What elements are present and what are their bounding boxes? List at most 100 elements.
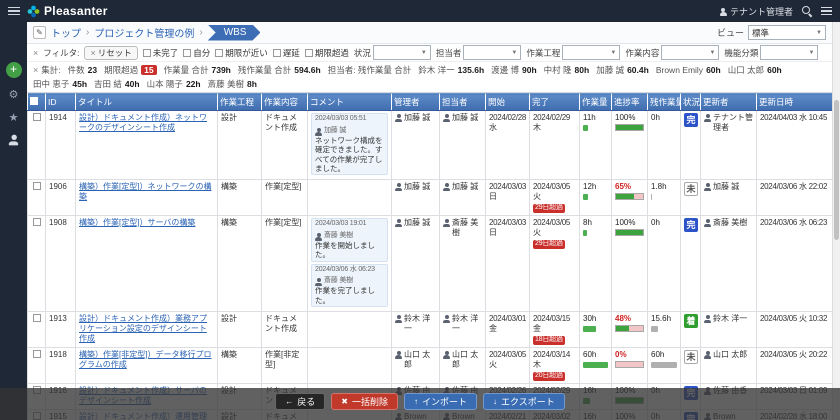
filter-dropdown[interactable]: ▼	[760, 45, 818, 60]
select-all-header	[28, 94, 46, 111]
checkbox-icon[interactable]	[215, 49, 223, 57]
vertical-scrollbar[interactable]	[832, 22, 840, 420]
aggregate-owner[interactable]: 吉田 結40h	[94, 78, 140, 90]
column-header[interactable]: 完了	[530, 94, 580, 111]
row-start-date: 2024/03/03 日	[486, 180, 530, 216]
table-row[interactable]: 1918 構築）作業[非定型]）データ移行プログラムの作成 構築 作業[非定型]…	[28, 347, 833, 383]
row-title-link[interactable]: 構築）作業[定型]）ネットワークの構築	[79, 182, 211, 201]
row-title-link[interactable]: 設計）ドキュメント作成）ネットワークのデザインシート作成	[79, 113, 207, 132]
aggregate-work-total[interactable]: 作業量 合計739h	[164, 64, 231, 76]
edit-mode-icon[interactable]: ✎	[33, 26, 46, 39]
work-bar	[583, 230, 587, 236]
row-content: 作業[定型]	[262, 180, 308, 216]
column-header[interactable]: 状況	[681, 94, 701, 111]
aggregate-collapse[interactable]: × 集計:	[33, 64, 61, 76]
filter-checkbox[interactable]: 未完了	[143, 47, 179, 59]
row-start-date: 2024/03/01 金	[486, 312, 530, 348]
back-button[interactable]: ←戻る	[275, 393, 325, 410]
column-header[interactable]: ID	[46, 94, 76, 111]
row-checkbox[interactable]	[33, 182, 41, 190]
breadcrumb-project-link[interactable]: プロジェクト管理の例	[94, 25, 194, 40]
scrollbar-thumb[interactable]	[834, 100, 839, 240]
view-select[interactable]: 標準 ▼	[748, 25, 826, 40]
table-row[interactable]: 1914 設計）ドキュメント作成）ネットワークのデザインシート作成 設計 ドキュ…	[28, 111, 833, 180]
column-header[interactable]: 残作業量	[648, 94, 681, 111]
filter-dropdown[interactable]: ▼	[562, 45, 620, 60]
checkbox-icon[interactable]	[143, 49, 151, 57]
checkbox-icon[interactable]	[305, 49, 313, 57]
apps-menu-icon[interactable]	[821, 7, 832, 16]
select-all-checkbox[interactable]	[30, 97, 38, 105]
bulk-action-bar: ←戻る ✖一括削除 ↑インポート ↓エクスポート	[0, 388, 840, 420]
view-select-value: 標準	[752, 27, 769, 39]
row-complete-date: 2024/02/29 木	[530, 111, 580, 180]
aggregate-owner[interactable]: 斎藤 美樹8h	[208, 78, 257, 90]
column-header[interactable]: 作業内容	[262, 94, 308, 111]
filter-checkbox[interactable]: 期限超過	[305, 47, 349, 59]
filter-checkbox[interactable]: 期限が近い	[215, 47, 268, 59]
aggregate-owner[interactable]: 鈴木 洋一135.6h	[418, 64, 484, 76]
filter-dropdown[interactable]: ▼	[373, 45, 431, 60]
column-header[interactable]: 作業量	[580, 94, 612, 111]
search-icon[interactable]	[802, 6, 812, 16]
aggregate-owner[interactable]: 田中 恵子45h	[33, 78, 87, 90]
row-checkbox[interactable]	[33, 113, 41, 121]
column-header[interactable]: 進捗率	[612, 94, 648, 111]
filter-dropdown[interactable]: ▼	[463, 45, 521, 60]
app-name: Pleasanter	[44, 4, 108, 18]
filter-checkbox[interactable]: 遅延	[273, 47, 300, 59]
aggregate-owner[interactable]: 山本 陽子22h	[147, 78, 201, 90]
table-row[interactable]: 1913 設計）ドキュメント作成）業務アプリケーション設定のデザインシート作成 …	[28, 312, 833, 348]
aggregate-overdue[interactable]: 期限超過15	[104, 64, 156, 76]
row-updater: 加藤 誠	[701, 180, 757, 216]
filter-dropdown-label: 状況	[354, 47, 371, 59]
column-header[interactable]: 更新者	[701, 94, 757, 111]
aggregate-remaining-total[interactable]: 残作業量 合計594.6h	[238, 64, 321, 76]
filter-collapse-icon[interactable]: ×	[33, 48, 38, 58]
checkbox-icon[interactable]	[183, 49, 191, 57]
row-title-link[interactable]: 構築）作業[定型]）サーバの構築	[79, 218, 195, 227]
aggregate-owner[interactable]: 渡邊 博90h	[491, 64, 537, 76]
new-record-button[interactable]: +	[6, 62, 22, 78]
aggregate-count[interactable]: 件数23	[68, 64, 97, 76]
breadcrumb-top-link[interactable]: トップ	[51, 25, 81, 40]
checkbox-icon[interactable]	[273, 49, 281, 57]
row-title-link[interactable]: 設計）ドキュメント作成）業務アプリケーション設定のデザインシート作成	[79, 314, 207, 343]
person: 加藤 誠	[315, 127, 346, 136]
row-checkbox[interactable]	[33, 350, 41, 358]
user-icon[interactable]	[10, 135, 17, 147]
aggregate-owner[interactable]: 中村 隆80h	[544, 64, 590, 76]
row-updated-time: 2024/04/03 水 10:45	[757, 111, 833, 180]
import-button[interactable]: ↑インポート	[404, 393, 477, 410]
aggregate-owner[interactable]: Brown Emily60h	[656, 65, 721, 75]
aggregate-owner[interactable]: 山口 太郎60h	[728, 64, 782, 76]
column-header[interactable]: 開始	[486, 94, 530, 111]
status-badge: 着	[684, 314, 698, 328]
filter-checkbox[interactable]: 自分	[183, 47, 210, 59]
export-button[interactable]: ↓エクスポート	[483, 393, 565, 410]
table-row[interactable]: 1908 構築）作業[定型]）サーバの構築 構築 作業[定型] 2024/03/…	[28, 216, 833, 312]
column-header[interactable]: タイトル	[76, 94, 218, 111]
table-row[interactable]: 1906 構築）作業[定型]）ネットワークの構築 構築 作業[定型] 加藤 誠 …	[28, 180, 833, 216]
hamburger-menu-icon[interactable]	[0, 7, 27, 16]
column-header[interactable]: 担当者	[440, 94, 486, 111]
aggregate-owner[interactable]: 加藤 誠60.4h	[596, 64, 649, 76]
filter-reset-button[interactable]: × リセット	[84, 46, 137, 60]
star-icon[interactable]: ★	[9, 112, 19, 124]
filter-dropdown[interactable]: ▼	[661, 45, 719, 60]
current-user[interactable]: テナント管理者	[720, 5, 793, 18]
grid-body: 1914 設計）ドキュメント作成）ネットワークのデザインシート作成 設計 ドキュ…	[28, 111, 833, 420]
row-updated-time: 2024/03/05 火 20:22	[757, 347, 833, 383]
bulk-delete-button[interactable]: ✖一括削除	[331, 393, 398, 410]
row-checkbox[interactable]	[33, 218, 41, 226]
column-header[interactable]: 更新日時	[757, 94, 833, 111]
settings-gear-icon[interactable]: ⚙	[9, 89, 19, 101]
row-title-link[interactable]: 構築）作業[非定型]）データ移行プログラムの作成	[79, 350, 211, 369]
export-icon: ↓	[493, 397, 497, 406]
column-header[interactable]: 管理者	[392, 94, 440, 111]
row-manager: 加藤 誠	[392, 180, 440, 216]
app-logo[interactable]: Pleasanter	[27, 4, 108, 18]
row-checkbox[interactable]	[33, 314, 41, 322]
column-header[interactable]: 作業工程	[218, 94, 262, 111]
column-header[interactable]: コメント	[308, 94, 392, 111]
